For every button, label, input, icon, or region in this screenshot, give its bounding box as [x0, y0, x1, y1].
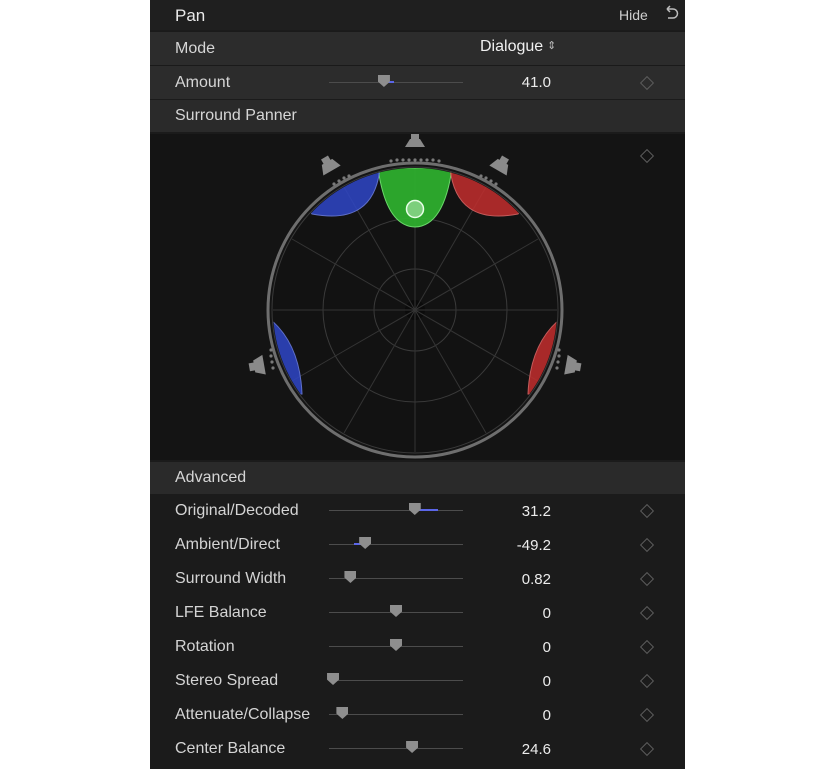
mode-row: Mode Dialogue ⇕ [150, 31, 685, 65]
attenuate-collapse-slider[interactable] [329, 707, 463, 723]
mode-value: Dialogue [480, 38, 544, 55]
amount-row: Amount 41.0 [150, 65, 685, 99]
slider-thumb[interactable] [390, 605, 402, 617]
reset-icon[interactable] [662, 4, 680, 24]
param-label: Rotation [175, 638, 235, 655]
left-surround-speaker-icon [248, 354, 266, 375]
mode-popup[interactable]: Dialogue ⇕ [480, 38, 556, 56]
param-label: Center Balance [175, 740, 286, 757]
slider-thumb[interactable] [327, 673, 340, 685]
param-label: Surround Width [175, 570, 287, 587]
keyframe-button[interactable] [639, 673, 655, 689]
keyframe-button[interactable] [639, 639, 655, 655]
advanced-header[interactable]: Advanced [150, 462, 685, 494]
keyframe-button[interactable] [639, 537, 655, 553]
chevron-updown-icon: ⇕ [547, 40, 557, 52]
right-surround-speaker-icon [564, 354, 582, 375]
param-label: Attenuate/Collapse [175, 706, 311, 723]
keyframe-button[interactable] [639, 741, 655, 757]
keyframe-button[interactable] [639, 571, 655, 587]
param-value[interactable]: 0 [471, 639, 551, 656]
keyframe-button[interactable] [639, 75, 655, 91]
amount-value[interactable]: 41.0 [471, 74, 551, 91]
slider-thumb[interactable] [359, 537, 372, 549]
pan-inspector: Pan Hide Mode Dialogue ⇕ Amount 41.0 Surr… [150, 0, 685, 769]
param-row-surround-width: Surround Width 0.82 [150, 562, 685, 596]
param-value[interactable]: 31.2 [471, 503, 551, 520]
center-balance-slider[interactable] [329, 741, 463, 757]
advanced-label: Advanced [175, 469, 247, 486]
slider-track [329, 510, 463, 511]
param-row-center-balance: Center Balance 24.6 [150, 732, 685, 766]
center-speaker-icon [405, 134, 425, 147]
param-label: LFE Balance [175, 604, 267, 621]
surround-panner-label: Surround Panner [175, 107, 297, 124]
slider-track [329, 82, 463, 83]
pan-title: Pan [175, 6, 206, 25]
param-row-original-decoded: Original/Decoded 31.2 [150, 494, 685, 528]
param-row-attenuate-collapse: Attenuate/Collapse 0 [150, 698, 685, 732]
keyframe-button[interactable] [639, 503, 655, 519]
keyframe-button[interactable] [639, 605, 655, 621]
param-value[interactable]: 0 [471, 673, 551, 690]
panner-puck[interactable] [405, 199, 425, 219]
param-value[interactable]: 0 [471, 605, 551, 622]
mode-label: Mode [175, 40, 216, 57]
slider-thumb[interactable] [390, 639, 402, 651]
keyframe-button[interactable] [639, 707, 655, 723]
slider-thumb[interactable] [344, 571, 357, 583]
surround-panner-header: Surround Panner [150, 100, 685, 132]
slider-track [329, 714, 463, 715]
slider-thumb[interactable] [408, 503, 421, 515]
param-row-stereo-spread: Stereo Spread 0 [150, 664, 685, 698]
param-row-rotation: Rotation 0 [150, 630, 685, 664]
stereo-spread-slider[interactable] [327, 673, 463, 689]
amount-label: Amount [175, 74, 231, 91]
slider-track [329, 748, 463, 749]
slider-thumb[interactable] [406, 741, 419, 753]
param-row-ambient-direct: Ambient/Direct -49.2 [150, 528, 685, 562]
ambient-direct-slider[interactable] [329, 537, 463, 553]
pan-header: Pan Hide [150, 0, 685, 30]
slider-track [329, 544, 463, 545]
surround-panner[interactable] [150, 134, 685, 460]
param-label: Stereo Spread [175, 672, 279, 689]
right-front-speaker-icon [489, 155, 509, 176]
slider-thumb[interactable] [336, 707, 349, 719]
param-value[interactable]: 24.6 [471, 741, 551, 758]
slider-thumb[interactable] [377, 75, 390, 87]
rotation-slider[interactable] [329, 639, 463, 655]
param-value[interactable]: 0 [471, 707, 551, 724]
param-label: Ambient/Direct [175, 536, 280, 553]
original-decoded-slider[interactable] [329, 503, 463, 519]
left-front-speaker-icon [321, 155, 341, 176]
surround-panner-graphic[interactable] [150, 134, 685, 460]
hide-button[interactable]: Hide [619, 7, 648, 23]
param-label: Original/Decoded [175, 502, 299, 519]
param-value[interactable]: -49.2 [471, 537, 551, 554]
param-value[interactable]: 0.82 [471, 571, 551, 588]
lfe-balance-slider[interactable] [329, 605, 463, 621]
slider-track [329, 680, 463, 681]
param-row-lfe-balance: LFE Balance 0 [150, 596, 685, 630]
amount-slider[interactable] [329, 75, 463, 91]
surround-width-slider[interactable] [329, 571, 463, 587]
